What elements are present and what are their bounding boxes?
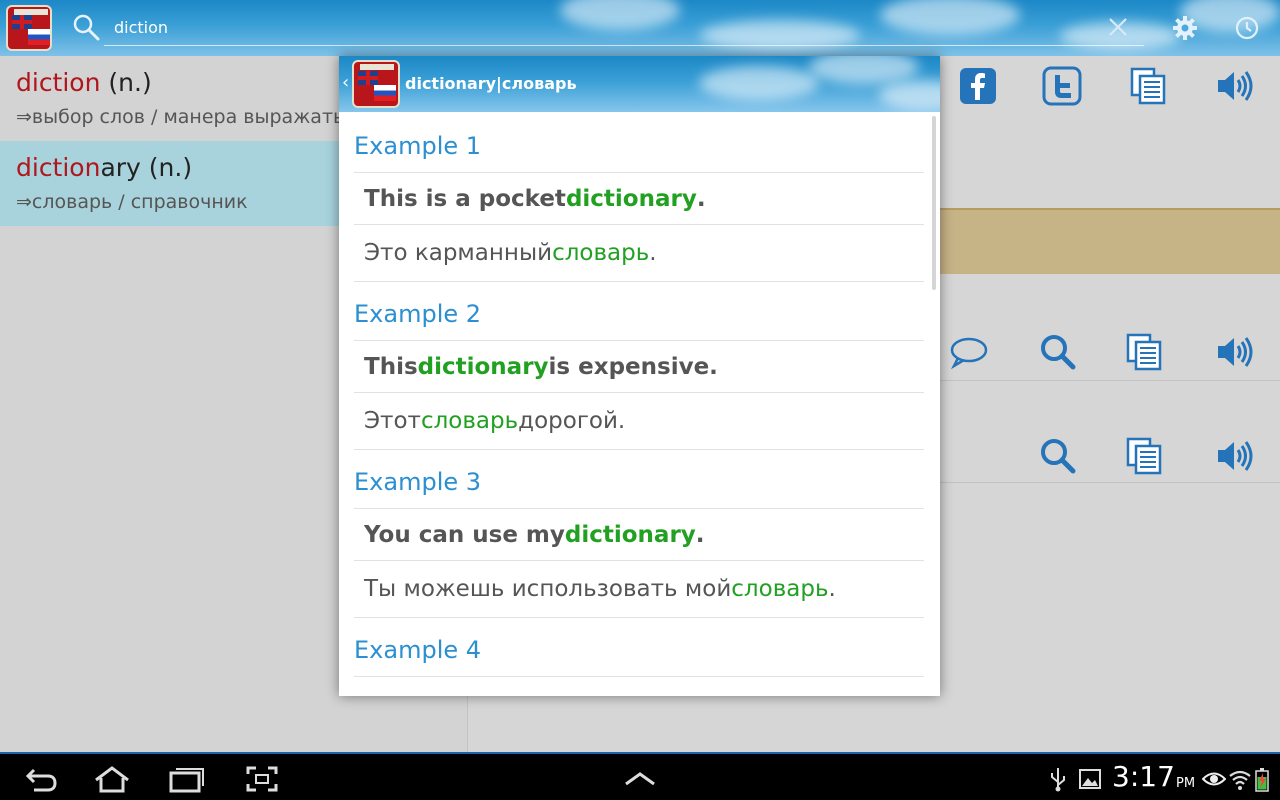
example-heading[interactable]: Example 2 bbox=[354, 282, 924, 341]
app-icon[interactable] bbox=[6, 5, 52, 51]
recent-apps-icon[interactable] bbox=[166, 764, 206, 794]
examples-list: Example 1 This is a pocket dictionary. Э… bbox=[354, 114, 924, 677]
example-heading[interactable]: Example 1 bbox=[354, 114, 924, 173]
usb-icon bbox=[1051, 768, 1065, 792]
clock-ampm: PM bbox=[1176, 776, 1196, 791]
back-icon[interactable] bbox=[20, 764, 60, 794]
search-icon[interactable] bbox=[1038, 332, 1078, 372]
gloss: ⇒выбор слов / манера выражаться bbox=[16, 106, 367, 128]
app-icon bbox=[352, 60, 400, 108]
screenshot-icon[interactable] bbox=[242, 764, 282, 794]
example-english[interactable]: This dictionary is expensive. bbox=[354, 341, 924, 393]
speaker-icon[interactable] bbox=[1214, 436, 1254, 476]
home-icon[interactable] bbox=[92, 764, 132, 794]
search-input[interactable]: diction bbox=[104, 12, 1144, 46]
headword: dictionary (n.) bbox=[16, 153, 193, 182]
clear-icon[interactable] bbox=[1106, 15, 1130, 39]
examples-dialog: ‹ dictionary|словарь Example 1 This is a… bbox=[339, 56, 940, 696]
gloss: ⇒словарь / справочник bbox=[16, 191, 248, 213]
search-value: diction bbox=[114, 18, 169, 37]
search-icon[interactable] bbox=[72, 13, 100, 41]
example-heading[interactable]: Example 4 bbox=[354, 618, 924, 677]
settings-icon[interactable] bbox=[1172, 15, 1198, 41]
example-heading[interactable]: Example 3 bbox=[354, 450, 924, 509]
example-russian[interactable]: Это карманный словарь. bbox=[354, 225, 924, 282]
example-english[interactable]: This is a pocket dictionary. bbox=[354, 173, 924, 225]
copy-icon[interactable] bbox=[1128, 66, 1168, 106]
eye-icon bbox=[1202, 772, 1226, 786]
speaker-icon[interactable] bbox=[1214, 332, 1254, 372]
action-bar: diction bbox=[0, 0, 1280, 56]
twitter-icon[interactable] bbox=[1042, 66, 1082, 106]
search-icon[interactable] bbox=[1038, 436, 1078, 476]
history-icon[interactable] bbox=[1234, 15, 1260, 41]
headword: diction (n.) bbox=[16, 68, 152, 97]
system-navigation-bar: 3:17 PM bbox=[0, 752, 1280, 800]
copy-icon[interactable] bbox=[1124, 436, 1164, 476]
up-chevron-icon[interactable] bbox=[620, 764, 660, 794]
back-chevron-icon[interactable]: ‹ bbox=[342, 72, 349, 93]
facebook-icon[interactable] bbox=[958, 66, 998, 106]
example-russian[interactable]: Ты можешь использовать мой словарь. bbox=[354, 561, 924, 618]
dialog-title: dictionary|словарь bbox=[405, 74, 577, 93]
gallery-icon bbox=[1079, 769, 1101, 789]
copy-icon[interactable] bbox=[1124, 332, 1164, 372]
example-russian[interactable]: Этот словарь дорогой. bbox=[354, 393, 924, 450]
battery-icon bbox=[1255, 768, 1269, 792]
example-english[interactable]: You can use my dictionary. bbox=[354, 509, 924, 561]
dialog-header: ‹ dictionary|словарь bbox=[339, 56, 940, 112]
speaker-icon[interactable] bbox=[1214, 66, 1254, 106]
comment-icon[interactable] bbox=[948, 332, 988, 372]
wifi-icon bbox=[1229, 770, 1251, 790]
dialog-scrollbar[interactable] bbox=[932, 116, 936, 290]
clock-time: 3:17 bbox=[1112, 760, 1175, 793]
